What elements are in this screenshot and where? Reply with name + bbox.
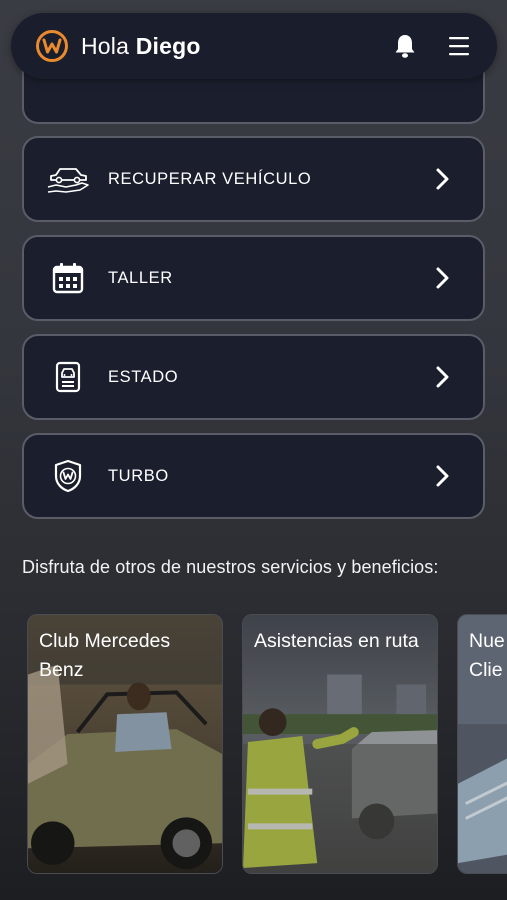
chevron-right-icon	[436, 267, 449, 289]
chevron-right-icon	[436, 168, 449, 190]
menu-item-turbo[interactable]: TURBO	[22, 433, 485, 519]
greeting: Hola Diego	[81, 33, 391, 60]
menu-item-label: TALLER	[108, 268, 173, 287]
chevron-right-icon	[436, 465, 449, 487]
bell-icon[interactable]	[391, 32, 419, 60]
menu-item-label: ESTADO	[108, 367, 179, 386]
menu-item-estado[interactable]: ESTADO	[22, 334, 485, 420]
menu-item-recuperar-vehiculo[interactable]: RECUPERAR VEHÍCULO	[22, 136, 485, 222]
top-header: Hola Diego	[11, 13, 497, 79]
benefit-card-title: Nue Clie	[469, 630, 505, 681]
menu-item-taller[interactable]: TALLER	[22, 235, 485, 321]
benefit-card-title: Club Mercedes Benz	[39, 630, 171, 681]
chevron-right-icon	[436, 366, 449, 388]
calendar-icon	[46, 256, 90, 300]
document-car-icon	[46, 355, 90, 399]
benefits-section-title: Disfruta de otros de nuestros servicios …	[22, 557, 439, 577]
menu-item-label: TURBO	[108, 466, 169, 485]
hamburger-menu-icon[interactable]	[445, 32, 473, 60]
benefit-card-nuestros-clientes[interactable]: Nue Clie	[457, 614, 507, 874]
shield-w-icon	[46, 454, 90, 498]
car-in-hand-icon	[46, 157, 90, 201]
greeting-prefix: Hola	[81, 32, 130, 59]
benefit-card-club-mercedes-benz[interactable]: Club Mercedes Benz	[27, 614, 223, 874]
menu-item-label: RECUPERAR VEHÍCULO	[108, 169, 312, 188]
w-logo-icon[interactable]	[35, 29, 69, 63]
benefit-card-title: Asistencias en ruta	[254, 630, 419, 652]
user-name: Diego	[135, 32, 201, 59]
benefit-card-asistencias-en-ruta[interactable]: Asistencias en ruta	[242, 614, 438, 874]
